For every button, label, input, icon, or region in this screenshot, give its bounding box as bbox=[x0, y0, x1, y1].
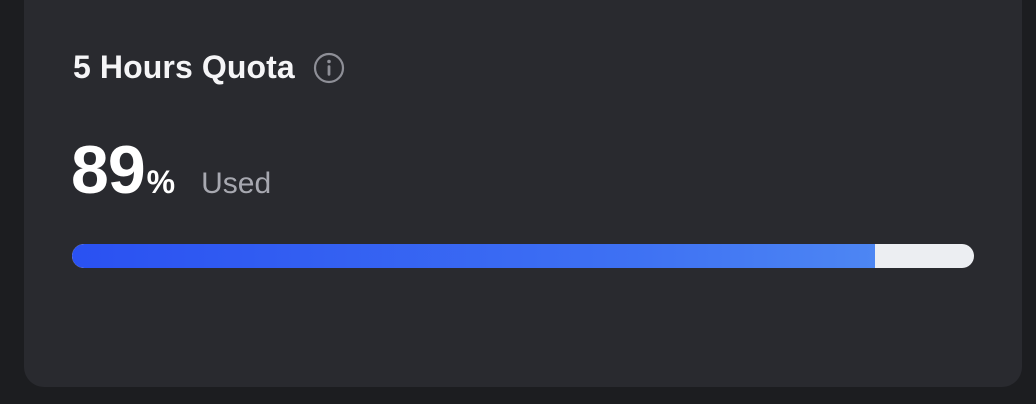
quota-progress-fill bbox=[72, 244, 875, 268]
info-icon[interactable] bbox=[313, 52, 345, 84]
usage-percent-value: 89 bbox=[71, 132, 146, 208]
usage-used-label: Used bbox=[201, 167, 272, 200]
usage-percent-sign: % bbox=[146, 164, 176, 200]
quota-progress-track bbox=[72, 244, 974, 268]
quota-card: 5 Hours Quota 89 % Used bbox=[24, 0, 1022, 387]
usage-stat: 89 % Used bbox=[71, 136, 271, 204]
quota-header: 5 Hours Quota bbox=[73, 49, 345, 86]
quota-title: 5 Hours Quota bbox=[73, 49, 295, 85]
